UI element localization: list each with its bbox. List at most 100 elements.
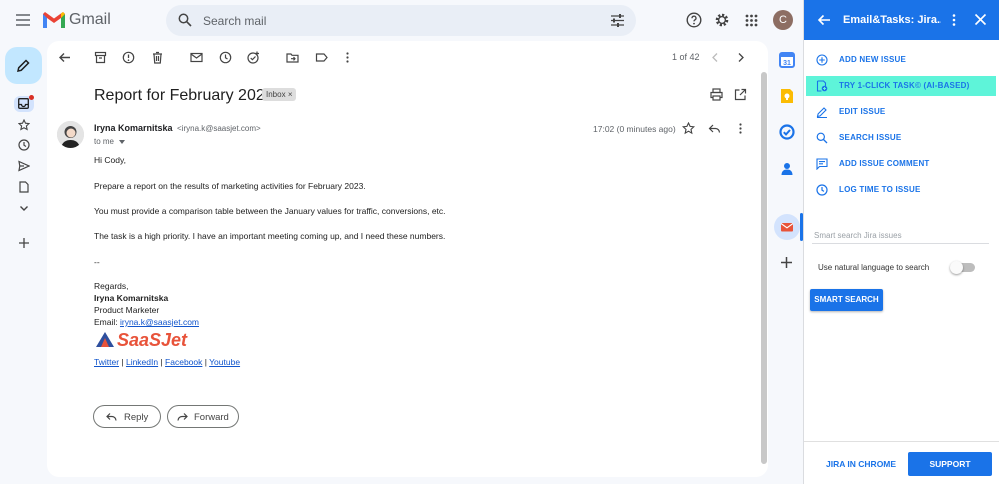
delete-trash-icon[interactable]: [151, 51, 164, 64]
linkedin-link[interactable]: LinkedIn: [126, 357, 158, 367]
inbox-label-chip[interactable]: Inbox ×: [262, 88, 297, 101]
compose-button[interactable]: [5, 47, 42, 84]
search-icon: [816, 132, 828, 144]
gmail-brand[interactable]: Gmail: [69, 11, 111, 29]
smart-search-underline: [812, 243, 989, 244]
email-body-line: Hi Cody,: [94, 155, 126, 165]
jira-in-chrome-button[interactable]: JIRA IN CHROME: [826, 459, 896, 469]
report-spam-icon[interactable]: [122, 51, 135, 64]
smart-search-input[interactable]: Smart search Jira issues: [814, 231, 902, 240]
signature-email-row: Email: iryna.k@saasjet.com: [94, 317, 199, 327]
sent-icon[interactable]: [18, 160, 30, 172]
pencil-icon: [816, 106, 828, 118]
back-arrow-icon[interactable]: [58, 51, 71, 64]
add-label-plus-icon[interactable]: [18, 237, 30, 249]
clock-icon: [816, 184, 828, 196]
calendar-app-icon[interactable]: 31: [779, 52, 795, 68]
menu-search-issue[interactable]: SEARCH ISSUE: [806, 128, 996, 148]
dropdown-caret-icon[interactable]: [119, 139, 126, 144]
smart-search-button[interactable]: SMART SEARCH: [810, 289, 883, 311]
menu-label: TRY 1-CLICK TASK© (AI-BASED): [839, 81, 970, 90]
keep-app-icon[interactable]: [779, 88, 795, 104]
panel-close-icon[interactable]: [974, 13, 987, 26]
panel-back-arrow-icon[interactable]: [817, 13, 831, 27]
menu-add-issue-comment[interactable]: ADD ISSUE COMMENT: [806, 154, 996, 174]
menu-label: ADD ISSUE COMMENT: [839, 159, 930, 168]
email-body-line: --: [94, 257, 100, 267]
newer-chevron-left-icon[interactable]: [709, 51, 722, 64]
more-chevron-down-icon[interactable]: [18, 202, 30, 214]
remove-label-close-icon[interactable]: ×: [288, 90, 293, 99]
saasjet-logo-text[interactable]: SaaSJet: [117, 330, 187, 351]
drafts-icon[interactable]: [18, 181, 30, 193]
apps-grid-icon[interactable]: [745, 14, 758, 27]
mail-envelope-icon: [780, 223, 794, 232]
support-button[interactable]: SUPPORT: [908, 452, 992, 476]
search-input[interactable]: Search mail: [203, 14, 266, 28]
print-icon[interactable]: [710, 88, 723, 101]
more-vertical-icon[interactable]: [341, 51, 354, 64]
get-addons-plus-icon[interactable]: [780, 256, 793, 269]
saasjet-logo[interactable]: [95, 331, 115, 349]
ai-task-icon: [816, 80, 828, 92]
older-chevron-right-icon[interactable]: [734, 51, 747, 64]
forward-label: Forward: [194, 412, 229, 423]
reply-button[interactable]: Reply: [93, 405, 161, 428]
label-text: Inbox: [266, 90, 286, 99]
email-tasks-addon-icon[interactable]: [774, 214, 800, 240]
email-subject: Report for February 2023: [94, 87, 274, 104]
email-timestamp: 17:02 (0 minutes ago): [593, 124, 676, 134]
contacts-app-icon[interactable]: [779, 161, 795, 177]
label-tag-icon[interactable]: [315, 51, 328, 64]
menu-edit-issue[interactable]: EDIT ISSUE: [806, 102, 996, 122]
scrollbar[interactable]: [761, 72, 767, 464]
sender-avatar[interactable]: [57, 121, 84, 148]
recipient-text: to me: [94, 137, 115, 146]
reply-label: Reply: [124, 412, 149, 423]
star-icon[interactable]: [682, 122, 695, 135]
signature-role: Product Marketer: [94, 305, 160, 315]
message-more-vertical-icon[interactable]: [734, 122, 747, 135]
reply-arrow-icon[interactable]: [708, 122, 721, 135]
main-menu-icon[interactable]: [14, 11, 32, 29]
gmail-logo-icon[interactable]: [42, 10, 66, 30]
youtube-link[interactable]: Youtube: [209, 357, 240, 367]
tasks-app-icon[interactable]: [779, 124, 795, 140]
archive-icon[interactable]: [94, 51, 107, 64]
email-body-line: Prepare a report on the results of marke…: [94, 181, 366, 191]
snooze-clock-icon[interactable]: [219, 51, 232, 64]
panel-footer-divider: [804, 441, 999, 442]
link-separator: |: [158, 357, 166, 367]
toggle-knob[interactable]: [950, 261, 963, 274]
panel-more-vertical-icon[interactable]: [947, 13, 961, 27]
signature-name: Iryna Komarnitska: [94, 293, 169, 303]
help-icon[interactable]: [686, 12, 702, 28]
snoozed-icon[interactable]: [18, 139, 30, 151]
search-options-icon[interactable]: [610, 13, 625, 28]
search-icon[interactable]: [178, 13, 192, 27]
pagination-count: 1 of 42: [672, 52, 700, 62]
email-body-line: You must provide a comparison table betw…: [94, 206, 446, 216]
recipient-details[interactable]: to me: [94, 137, 126, 146]
move-to-folder-icon[interactable]: [286, 51, 299, 64]
link-separator: |: [119, 357, 126, 367]
sender-name: Iryna Komarnitska: [94, 123, 173, 133]
add-to-tasks-icon[interactable]: [247, 51, 260, 64]
starred-icon[interactable]: [18, 119, 30, 131]
account-avatar[interactable]: C: [773, 10, 793, 30]
pencil-icon: [17, 59, 30, 72]
mark-unread-mail-icon[interactable]: [190, 51, 203, 64]
signature-email-label: Email:: [94, 317, 120, 327]
menu-log-time[interactable]: LOG TIME TO ISSUE: [806, 180, 996, 200]
open-new-window-icon[interactable]: [734, 88, 747, 101]
facebook-link[interactable]: Facebook: [165, 357, 202, 367]
twitter-link[interactable]: Twitter: [94, 357, 119, 367]
email-body-line: The task is a high priority. I have an i…: [94, 231, 446, 241]
forward-button[interactable]: Forward: [167, 405, 239, 428]
menu-try-1-click-task[interactable]: TRY 1-CLICK TASK© (AI-BASED): [806, 76, 996, 96]
signature-email-link[interactable]: iryna.k@saasjet.com: [120, 317, 199, 327]
email-tasks-panel: [804, 0, 999, 484]
plus-circle-icon: [816, 54, 828, 66]
menu-add-new-issue[interactable]: ADD NEW ISSUE: [806, 50, 996, 70]
gear-icon[interactable]: [714, 12, 730, 28]
